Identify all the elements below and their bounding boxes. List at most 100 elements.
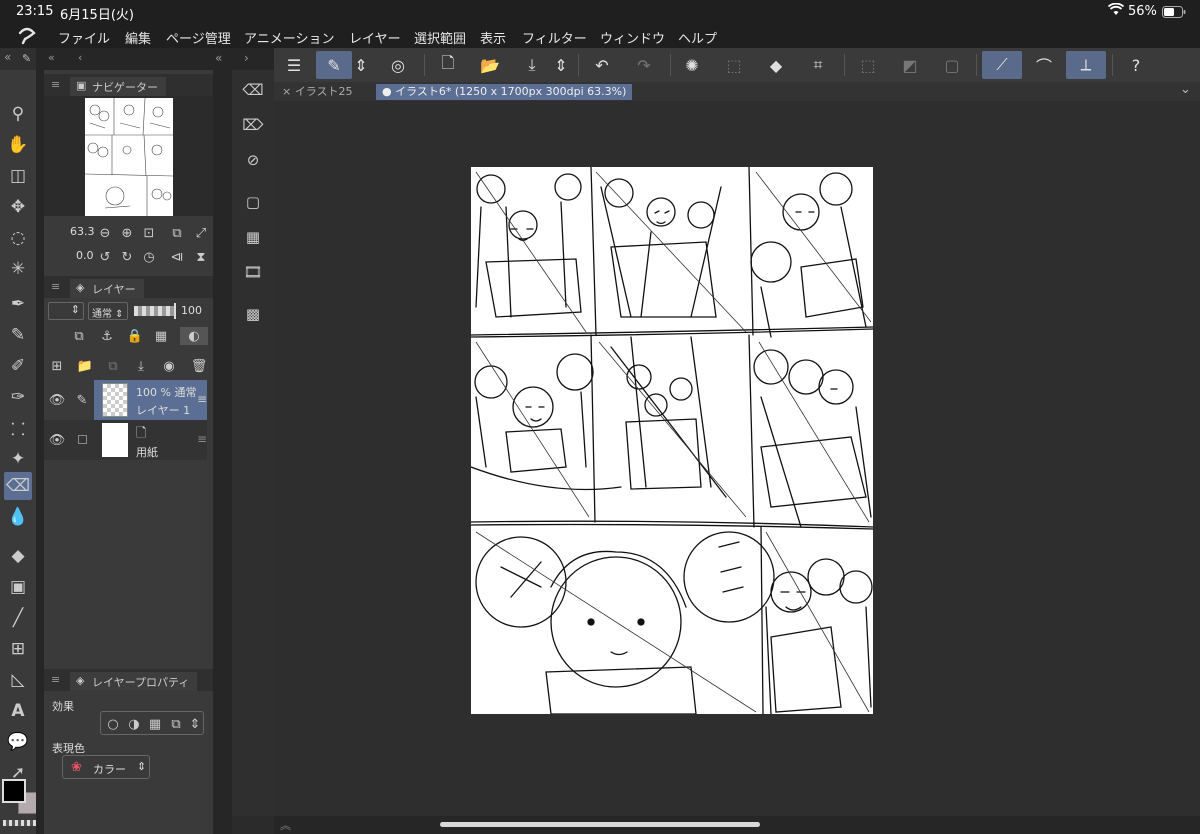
opacity-slider-handle[interactable] bbox=[174, 303, 176, 319]
transfer-layer-icon[interactable]: ⧉ bbox=[104, 357, 122, 375]
navigator-preview-area[interactable] bbox=[44, 96, 213, 216]
frame-tool-icon[interactable]: ⊞ bbox=[4, 635, 32, 663]
tab-illust6[interactable]: ● イラスト6* (1250 x 1700px 300dpi 63.3%) bbox=[376, 84, 633, 100]
select-all-icon[interactable]: ▢ bbox=[934, 51, 970, 79]
pencil-tool-icon[interactable]: ✎ bbox=[4, 321, 32, 349]
layer-row-paper[interactable]: 👁 🗋 用紙 ≡ bbox=[44, 420, 207, 460]
fill-icon[interactable]: ◆ bbox=[758, 51, 794, 79]
pen-tab-icon[interactable]: ✎ bbox=[22, 52, 31, 65]
new-file-icon[interactable]: 🗋 bbox=[430, 51, 466, 79]
layer-tab[interactable]: ◈ レイヤー bbox=[70, 279, 144, 298]
spray-tool-icon[interactable]: ⸬ bbox=[4, 414, 32, 442]
menu-item-filter[interactable]: フィルター bbox=[522, 28, 587, 47]
chevron-down-icon[interactable]: ⌄ bbox=[1180, 82, 1191, 97]
layer-color-icon[interactable]: ⧉ bbox=[167, 715, 185, 733]
invert-selection-icon[interactable]: ◩ bbox=[892, 51, 928, 79]
layer-row-1[interactable]: 👁 ✎ 100 % 通常 レイヤー 1 ≡ bbox=[44, 380, 207, 420]
navigator-tab[interactable]: ▣ ナビゲーター bbox=[70, 77, 166, 96]
blend-tool-icon[interactable]: 💧 bbox=[4, 503, 32, 531]
extract-line-icon[interactable]: ◑ bbox=[125, 715, 143, 733]
collapse-right-icon[interactable]: « bbox=[215, 51, 222, 65]
chevron-updown-icon[interactable]: ⇕ bbox=[352, 51, 370, 79]
menu-item-file[interactable]: ファイル bbox=[58, 28, 110, 47]
reset-rotation-icon[interactable]: ◷ bbox=[140, 248, 158, 266]
fill-tool-icon[interactable]: ◆ bbox=[4, 542, 32, 570]
flip-horizontal-icon[interactable]: ⧏ bbox=[168, 248, 186, 266]
menu-icon[interactable]: ☰ bbox=[276, 51, 312, 79]
panel-menu-icon[interactable]: ≡ bbox=[51, 78, 60, 91]
menu-item-layer[interactable]: レイヤー bbox=[349, 28, 401, 47]
move-tool-icon[interactable]: ✥ bbox=[4, 193, 32, 221]
zoom-tool-icon[interactable]: ⚲ bbox=[4, 100, 32, 128]
help-icon[interactable]: ? bbox=[1118, 51, 1154, 79]
canvas-area[interactable] bbox=[274, 101, 1200, 816]
gradient-tool-icon[interactable]: ▣ bbox=[4, 573, 32, 601]
layer-property-tab[interactable]: ◈ レイヤープロパティ bbox=[70, 672, 198, 691]
menu-item-window[interactable]: ウィンドウ bbox=[600, 28, 665, 47]
rotate-left-icon[interactable]: ↺ bbox=[96, 248, 114, 266]
reference-layer-icon[interactable]: ⚓ bbox=[98, 327, 116, 345]
deselect-icon[interactable]: ⬚ bbox=[850, 51, 886, 79]
layer-color-dropdown[interactable]: ⇕ bbox=[48, 302, 84, 320]
sub-tool-pattern-icon[interactable]: ▩ bbox=[239, 300, 267, 328]
menu-item-animation[interactable]: アニメーション bbox=[244, 28, 334, 47]
sub-tool-eraser-vector-icon[interactable]: ⊘ bbox=[239, 146, 267, 174]
snap-ruler-icon[interactable]: ⟋ bbox=[982, 51, 1022, 79]
lasso-tool-icon[interactable]: ◌ bbox=[4, 224, 32, 252]
decoration-tool-icon[interactable]: ✦ bbox=[4, 445, 32, 473]
zoom-out-icon[interactable]: ⊖ bbox=[96, 224, 114, 242]
brush-tool-icon[interactable]: ✐ bbox=[4, 352, 32, 380]
chevron-left-icon[interactable]: ‹ bbox=[78, 51, 82, 64]
text-tool-icon[interactable]: A bbox=[4, 697, 32, 725]
flip-vertical-icon[interactable]: ⧗ bbox=[192, 248, 210, 266]
clip-layer-icon[interactable]: ⧉ bbox=[70, 327, 88, 345]
drawing-canvas[interactable] bbox=[471, 167, 873, 714]
fit-view-icon[interactable]: ⊡ bbox=[140, 224, 158, 242]
undo-icon[interactable]: ↶ bbox=[584, 51, 620, 79]
pen-tool-icon[interactable]: ✒ bbox=[4, 290, 32, 318]
panel-menu-icon[interactable]: ≡ bbox=[51, 673, 60, 686]
blend-mode-dropdown[interactable]: 通常 ⇕ bbox=[88, 302, 128, 320]
eraser-tool-icon[interactable]: ⌫ bbox=[4, 472, 32, 500]
sub-tool-eraser-soft-icon[interactable]: ⌦ bbox=[239, 111, 267, 139]
menu-item-selection[interactable]: 選択範囲 bbox=[414, 28, 466, 47]
tone-effect-icon[interactable]: ▦ bbox=[146, 715, 164, 733]
new-raster-layer-icon[interactable]: ⊞ bbox=[48, 357, 66, 375]
chevron-right-icon[interactable]: › bbox=[244, 51, 249, 65]
snap-grid-icon[interactable]: ⟂ bbox=[1066, 51, 1106, 79]
eye-icon[interactable]: 👁 bbox=[48, 391, 66, 409]
drag-handle-icon[interactable]: ≡ bbox=[197, 392, 207, 406]
menu-item-page[interactable]: ページ管理 bbox=[166, 28, 231, 47]
clear-icon[interactable]: ⬚ bbox=[716, 51, 752, 79]
chevron-updown-icon[interactable]: ⇕ bbox=[552, 51, 570, 79]
balloon-tool-icon[interactable]: 💬 bbox=[4, 728, 32, 756]
rotate-right-icon[interactable]: ↻ bbox=[118, 248, 136, 266]
home-indicator[interactable] bbox=[440, 822, 760, 827]
collapse-left-icon[interactable]: « bbox=[4, 50, 11, 64]
lock-transparency-icon[interactable]: ▦ bbox=[152, 327, 170, 345]
tab-illust25[interactable]: × イラスト25 bbox=[276, 84, 359, 100]
fit-window-icon[interactable]: ⤢ bbox=[192, 224, 210, 242]
ruler-tool-icon[interactable]: ◺ bbox=[4, 666, 32, 694]
actual-size-icon[interactable]: ⧉ bbox=[168, 224, 186, 242]
expand-up-icon[interactable]: ︽ bbox=[280, 817, 291, 833]
sub-tool-material-icon[interactable]: ▦ bbox=[239, 223, 267, 251]
color-mode-dropdown[interactable]: ❀ カラー ⇕ bbox=[62, 755, 150, 779]
menu-item-help[interactable]: ヘルプ bbox=[678, 28, 717, 47]
transform-icon[interactable]: ⌗ bbox=[800, 51, 836, 79]
snap-special-ruler-icon[interactable]: ⌒ bbox=[1024, 51, 1064, 79]
open-folder-icon[interactable]: 📂 bbox=[472, 51, 508, 79]
lock-icon[interactable]: 🔒 bbox=[126, 327, 144, 345]
line-tool-icon[interactable]: ╱ bbox=[4, 604, 32, 632]
effect-more-icon[interactable]: ⇕ bbox=[186, 715, 204, 733]
menu-item-edit[interactable]: 編集 bbox=[125, 28, 151, 47]
panel-menu-icon[interactable]: ≡ bbox=[51, 280, 60, 293]
opacity-slider[interactable] bbox=[134, 306, 174, 316]
sub-tool-eraser-hard-icon[interactable]: ⌫ bbox=[239, 76, 267, 104]
record-icon[interactable]: ◎ bbox=[380, 51, 416, 79]
edit-target-checkbox[interactable] bbox=[78, 435, 87, 444]
trash-icon[interactable]: 🗑 bbox=[190, 357, 208, 375]
operation-tool-icon[interactable]: ◫ bbox=[4, 162, 32, 190]
transparent-color-swatch[interactable] bbox=[3, 820, 39, 826]
new-folder-icon[interactable]: 📁 bbox=[76, 357, 94, 375]
